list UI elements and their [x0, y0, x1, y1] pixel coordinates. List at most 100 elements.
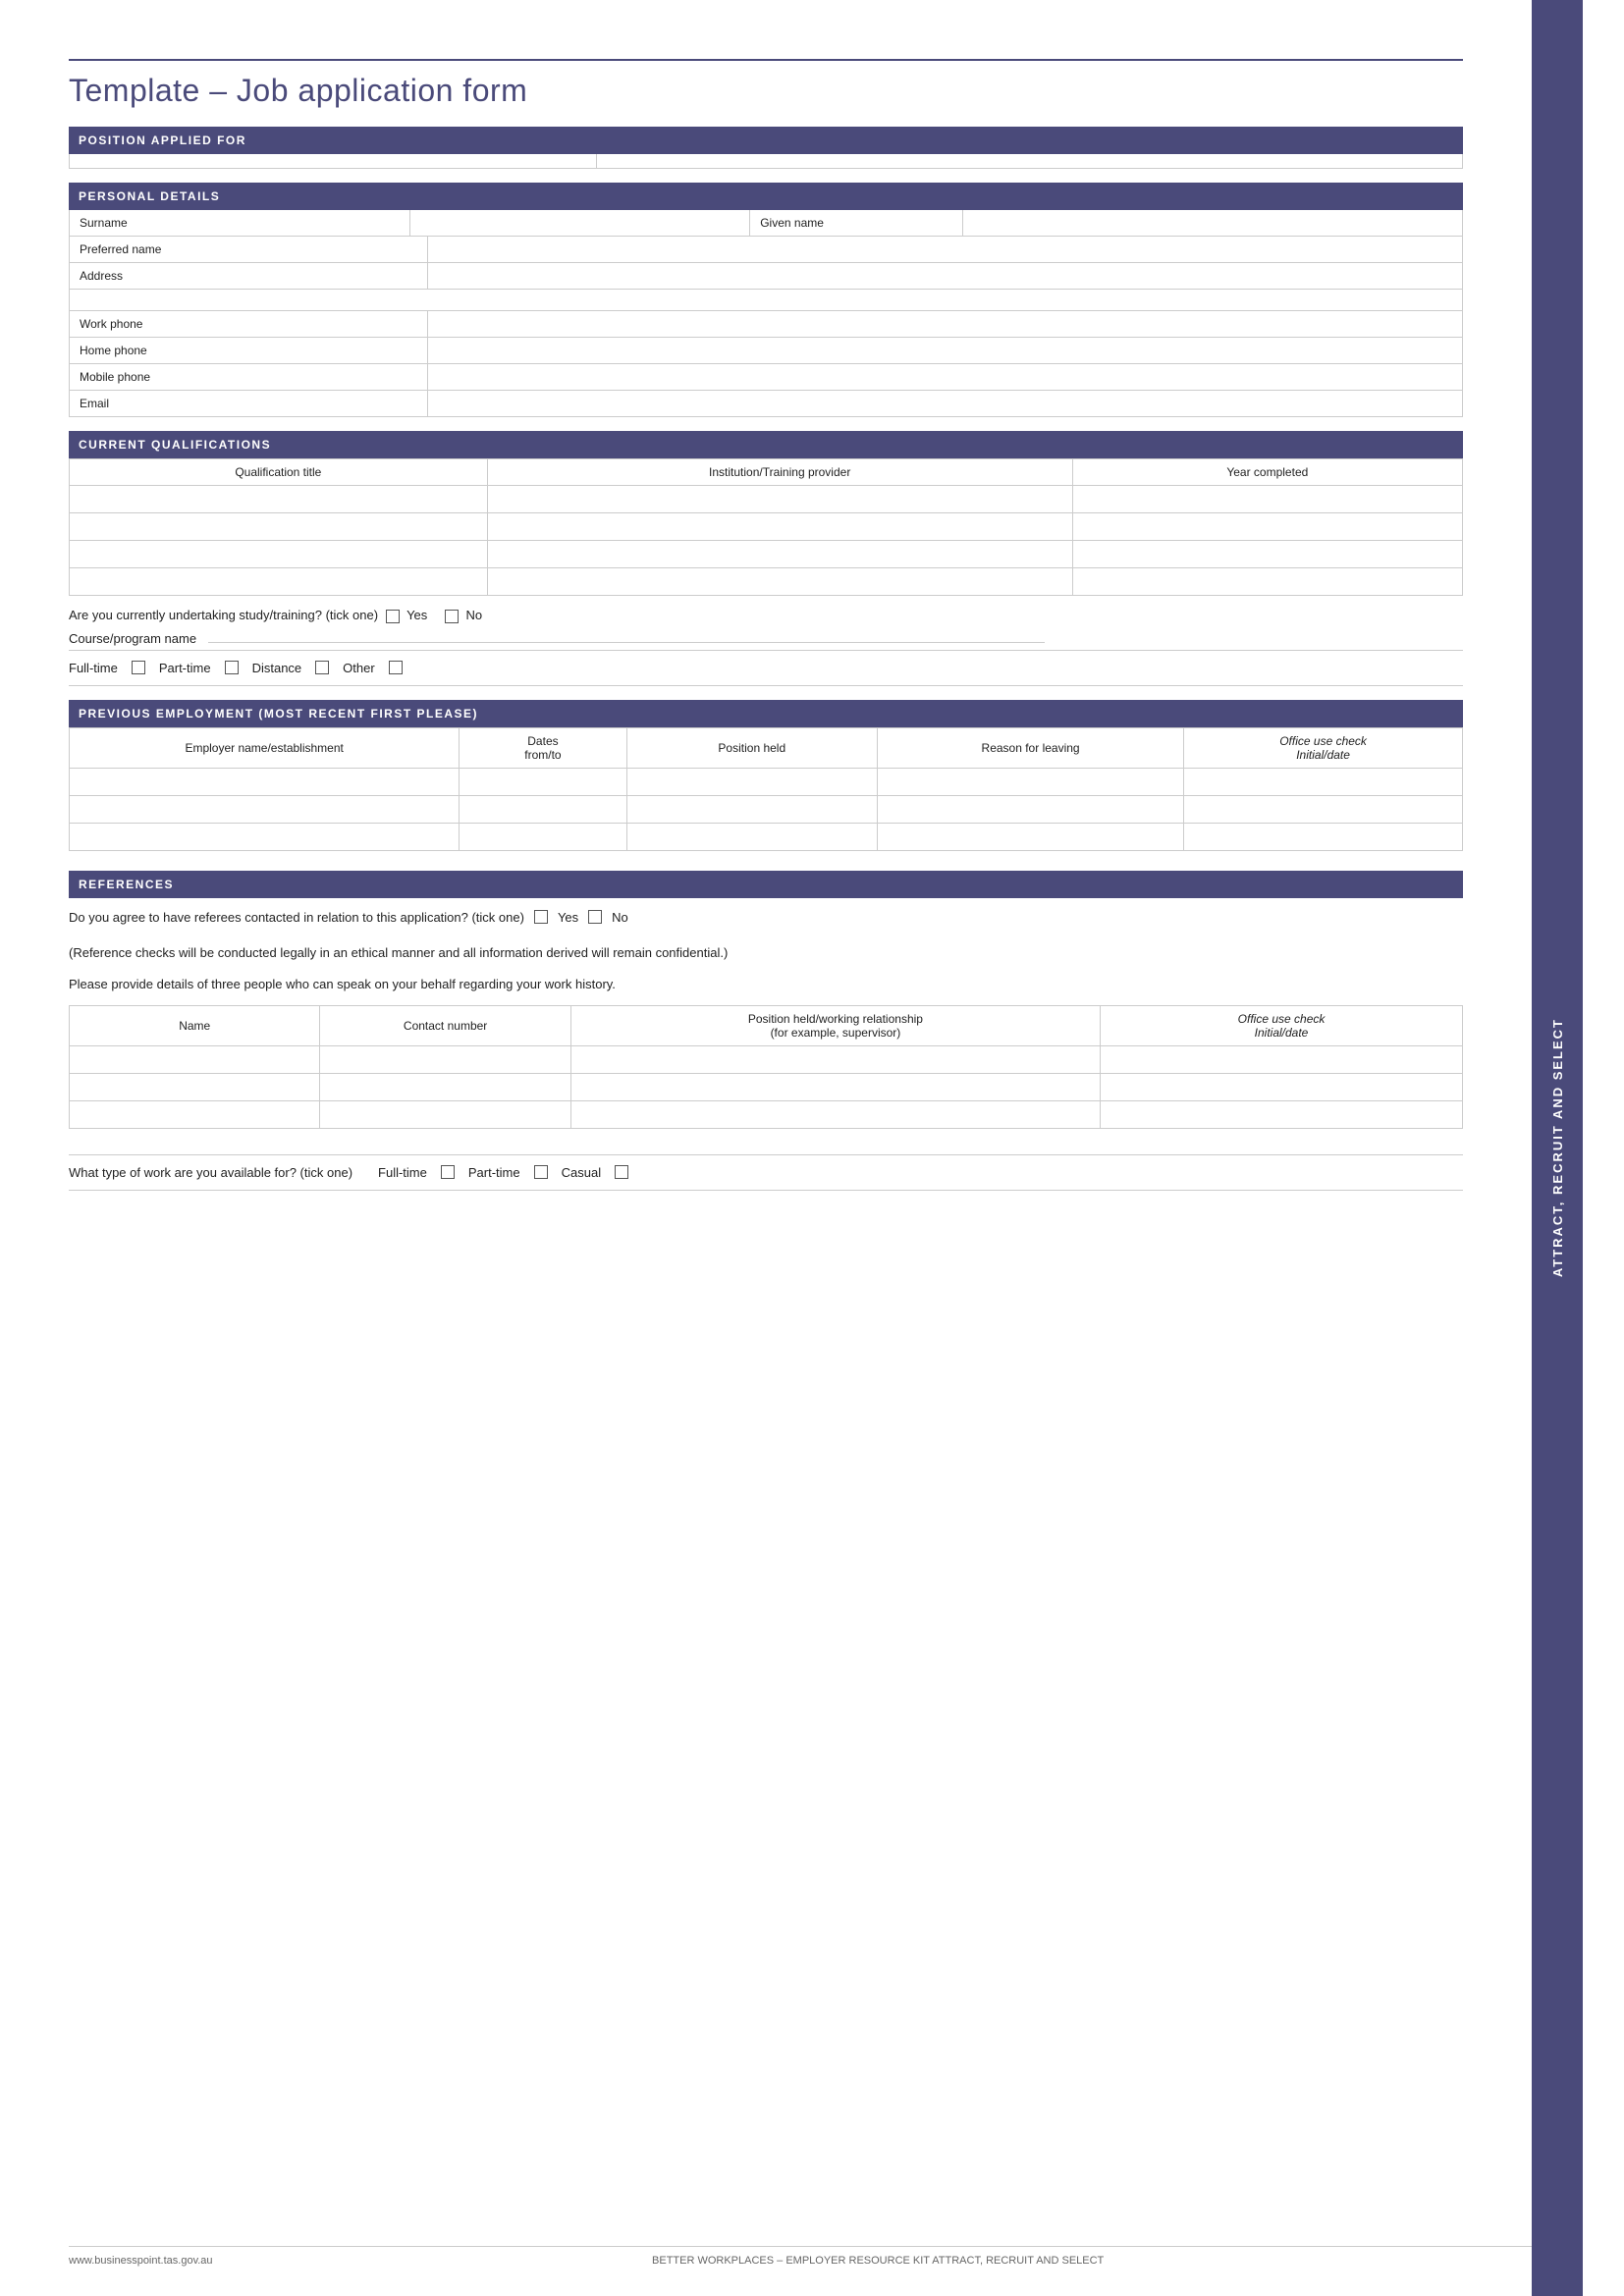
ref-fulltime-label: Full-time: [378, 1165, 427, 1180]
ref-r1c4[interactable]: [1101, 1045, 1463, 1073]
ref-casual-label: Casual: [562, 1165, 601, 1180]
study-question-row: Are you currently undertaking study/trai…: [69, 596, 1463, 627]
qual-row2-col3[interactable]: [1072, 513, 1462, 541]
emp-r1c3[interactable]: [626, 768, 877, 795]
ref-parttime-checkbox[interactable]: [534, 1165, 548, 1179]
emp-r2c1[interactable]: [70, 795, 460, 823]
address-value[interactable]: [428, 263, 1462, 289]
qual-row1-col1[interactable]: [70, 486, 488, 513]
employment-header: PREVIOUS EMPLOYMENT (MOST RECENT FIRST P…: [69, 700, 1463, 727]
ref-casual-checkbox[interactable]: [615, 1165, 628, 1179]
position-empty-cell: [597, 154, 1462, 168]
address-row2[interactable]: [70, 290, 1462, 310]
qual-row1-col2[interactable]: [487, 486, 1072, 513]
home-phone-value[interactable]: [428, 338, 1462, 363]
side-tab: ATTRACT, RECRUIT AND SELECT: [1532, 0, 1583, 2296]
emp-r2c4[interactable]: [877, 795, 1183, 823]
footer-center: BETTER WORKPLACES – EMPLOYER RESOURCE KI…: [652, 2255, 1104, 2267]
ref-no-checkbox[interactable]: [588, 910, 602, 924]
emp-r3c3[interactable]: [626, 823, 877, 850]
emp-r3c5[interactable]: [1184, 823, 1463, 850]
course-label: Course/program name: [69, 631, 196, 646]
qual-row3-col3[interactable]: [1072, 541, 1462, 568]
study-yes-label: Yes: [406, 608, 427, 622]
emp-r1c1[interactable]: [70, 768, 460, 795]
distance-label: Distance: [252, 661, 302, 675]
study-no-checkbox[interactable]: [445, 610, 459, 623]
study-question-text: Are you currently undertaking study/trai…: [69, 608, 378, 622]
qual-row3-col2[interactable]: [487, 541, 1072, 568]
ref-col2-header: Contact number: [320, 1005, 570, 1045]
address-label: Address: [70, 263, 428, 289]
emp-r1c5[interactable]: [1184, 768, 1463, 795]
preferred-name-value[interactable]: [428, 237, 1462, 262]
emp-r2c3[interactable]: [626, 795, 877, 823]
fulltime-checkbox[interactable]: [132, 661, 145, 674]
emp-r3c4[interactable]: [877, 823, 1183, 850]
emp-r1c2[interactable]: [460, 768, 626, 795]
qual-row2-col2[interactable]: [487, 513, 1072, 541]
ref-col4-header: Office use check Initial/date: [1101, 1005, 1463, 1045]
other-checkbox[interactable]: [389, 661, 403, 674]
qual-col1-header: Qualification title: [70, 459, 488, 486]
study-yes-checkbox[interactable]: [386, 610, 400, 623]
emp-col2-header: Dates from/to: [460, 727, 626, 768]
parttime-checkbox[interactable]: [225, 661, 239, 674]
ref-r1c2[interactable]: [320, 1045, 570, 1073]
given-name-label: Given name: [750, 210, 962, 236]
position-value-cell: [70, 154, 597, 168]
position-header: POSITION APPLIED FOR: [69, 127, 1463, 154]
emp-r2c5[interactable]: [1184, 795, 1463, 823]
ref-r3c3[interactable]: [570, 1100, 1100, 1128]
qual-row4-col1[interactable]: [70, 568, 488, 596]
ref-fulltime-checkbox[interactable]: [441, 1165, 455, 1179]
ref-r2c4[interactable]: [1101, 1073, 1463, 1100]
qual-row4-col3[interactable]: [1072, 568, 1462, 596]
ref-r1c1[interactable]: [70, 1045, 320, 1073]
ref-col1-header: Name: [70, 1005, 320, 1045]
mobile-phone-label: Mobile phone: [70, 364, 428, 390]
qual-row1-col3[interactable]: [1072, 486, 1462, 513]
mobile-phone-value[interactable]: [428, 364, 1462, 390]
qualifications-header: CURRENT QUALIFICATIONS: [69, 431, 1463, 458]
qual-col2-header: Institution/Training provider: [487, 459, 1072, 486]
references-note2: Please provide details of three people w…: [69, 974, 1463, 995]
preferred-name-label: Preferred name: [70, 237, 428, 262]
personal-header: PERSONAL DETAILS: [69, 183, 1463, 210]
qual-row3-col1[interactable]: [70, 541, 488, 568]
ref-yes-label: Yes: [558, 910, 578, 925]
home-phone-label: Home phone: [70, 338, 428, 363]
emp-r2c2[interactable]: [460, 795, 626, 823]
qual-row2-col1[interactable]: [70, 513, 488, 541]
emp-col5-header: Office use check Initial/date: [1184, 727, 1463, 768]
distance-checkbox[interactable]: [315, 661, 329, 674]
ref-r2c3[interactable]: [570, 1073, 1100, 1100]
references-question-text: Do you agree to have referees contacted …: [69, 910, 524, 925]
side-tab-text: ATTRACT, RECRUIT AND SELECT: [1550, 1018, 1565, 1277]
parttime-label: Part-time: [159, 661, 211, 675]
course-program-row: Course/program name: [69, 627, 1463, 651]
ref-r2c2[interactable]: [320, 1073, 570, 1100]
work-phone-value[interactable]: [428, 311, 1462, 337]
fulltime-label: Full-time: [69, 661, 118, 675]
work-type-row: What type of work are you available for?…: [69, 1154, 1463, 1191]
emp-r3c1[interactable]: [70, 823, 460, 850]
ref-r3c4[interactable]: [1101, 1100, 1463, 1128]
footer-left: www.businesspoint.tas.gov.au: [69, 2255, 213, 2267]
qual-row4-col2[interactable]: [487, 568, 1072, 596]
ref-r3c1[interactable]: [70, 1100, 320, 1128]
other-label: Other: [343, 661, 375, 675]
given-name-value[interactable]: [963, 210, 1462, 236]
work-type-question: What type of work are you available for?…: [69, 1165, 352, 1180]
surname-value[interactable]: [410, 210, 751, 236]
emp-r3c2[interactable]: [460, 823, 626, 850]
ref-yes-checkbox[interactable]: [534, 910, 548, 924]
emp-r1c4[interactable]: [877, 768, 1183, 795]
emp-col3-header: Position held: [626, 727, 877, 768]
ref-r2c1[interactable]: [70, 1073, 320, 1100]
ref-r3c2[interactable]: [320, 1100, 570, 1128]
study-no-label: No: [466, 608, 483, 622]
email-value[interactable]: [428, 391, 1462, 416]
ref-r1c3[interactable]: [570, 1045, 1100, 1073]
email-label: Email: [70, 391, 428, 416]
